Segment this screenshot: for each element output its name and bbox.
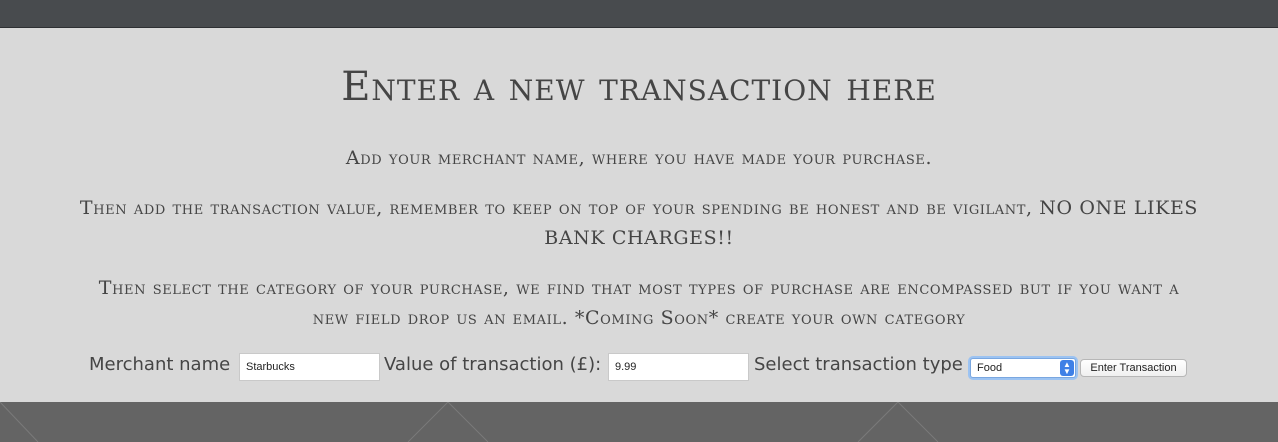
transaction-type-select[interactable]: Food ▲ ▼ (970, 358, 1076, 378)
enter-transaction-button[interactable]: Enter Transaction (1080, 359, 1187, 377)
instruction-value-line-1: Then add the transaction value, remember… (79, 197, 1199, 219)
top-navigation-bar (0, 0, 1278, 28)
transaction-value-label: Value of transaction (£): (384, 354, 602, 375)
merchant-name-input[interactable]: Starbucks (239, 353, 380, 381)
instruction-merchant: Add your merchant name, where you have m… (345, 147, 933, 169)
instruction-category: Then select the category of your purchas… (0, 273, 1278, 333)
footer-background (0, 402, 1278, 442)
transaction-type-label: Select transaction type (754, 354, 963, 375)
select-arrows-icon: ▲ ▼ (1060, 360, 1074, 376)
instruction-category-line-1: Then select the category of your purchas… (98, 277, 1180, 299)
merchant-name-label: Merchant name (89, 354, 231, 375)
transaction-value-input[interactable]: 9.99 (608, 353, 749, 381)
instruction-category-line-2: new field drop us an email. *Coming Soon… (312, 307, 966, 329)
instruction-value-line-2: BANK CHARGES!! (544, 227, 734, 249)
instruction-value: Then add the transaction value, remember… (0, 193, 1278, 253)
page-title: Enter a new transaction here (341, 64, 937, 110)
footer-pattern (0, 402, 939, 442)
transaction-type-selected: Food (977, 362, 1003, 374)
transaction-form: Merchant name Starbucks Value of transac… (0, 352, 1278, 382)
